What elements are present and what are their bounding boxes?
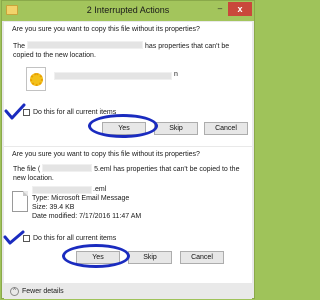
message-text: The has properties that can't be copied … [13, 41, 243, 60]
redacted-filename [42, 164, 93, 172]
yes-button[interactable]: Yes [76, 251, 120, 264]
skip-button[interactable]: Skip [154, 122, 198, 135]
fewer-details-toggle[interactable]: Fewer details [22, 288, 64, 295]
redacted-filename [27, 41, 144, 49]
message-suffix: has properties that can't be [144, 43, 230, 50]
file-thumbnail [26, 67, 46, 91]
chevron-up-icon[interactable]: ^ [10, 287, 19, 296]
do-for-all-checkbox[interactable] [23, 109, 30, 116]
question-text: Are you sure you want to copy this file … [12, 151, 200, 158]
interrupted-actions-dialog: 2 Interrupted Actions – x Are you sure y… [1, 0, 255, 299]
cancel-button[interactable]: Cancel [204, 122, 248, 135]
details-footer: ^ Fewer details [4, 285, 252, 299]
do-for-all-label: Do this for all current items [33, 109, 117, 116]
file-type: Type: Microsoft Email Message [32, 195, 130, 202]
do-for-all-label: Do this for all current items [33, 235, 117, 242]
message-text: The file ( 5.eml has properties that can… [13, 164, 243, 183]
redacted-file-details [54, 72, 172, 80]
conflict-panel-2: Are you sure you want to copy this file … [4, 147, 252, 283]
close-button[interactable]: x [228, 2, 252, 16]
message-suffix: 5.eml has properties that can't be copie… [94, 166, 240, 173]
question-text: Are you sure you want to copy this file … [12, 26, 200, 33]
minimize-button[interactable]: – [213, 4, 227, 16]
file-extension: .eml [93, 186, 107, 193]
file-icon [12, 191, 28, 212]
title-bar: 2 Interrupted Actions – x [2, 1, 254, 21]
message-line-2: copied to the new location. [13, 52, 96, 59]
message-prefix: The [13, 43, 26, 50]
yes-button[interactable]: Yes [102, 122, 146, 135]
file-size: Size: 39.4 KB [32, 204, 75, 211]
filename-ending: n [174, 71, 178, 78]
skip-button[interactable]: Skip [128, 251, 172, 264]
sun-image-icon [30, 73, 43, 86]
page-fold [23, 191, 28, 196]
message-prefix: The file ( [13, 166, 41, 173]
cancel-button[interactable]: Cancel [180, 251, 224, 264]
message-line-2: new location. [13, 175, 54, 182]
do-for-all-checkbox[interactable] [23, 235, 30, 242]
redacted-filename-short [32, 186, 92, 194]
conflict-panel-1: Are you sure you want to copy this file … [4, 22, 252, 146]
date-modified: Date modified: 7/17/2016 11:47 AM [32, 213, 142, 220]
